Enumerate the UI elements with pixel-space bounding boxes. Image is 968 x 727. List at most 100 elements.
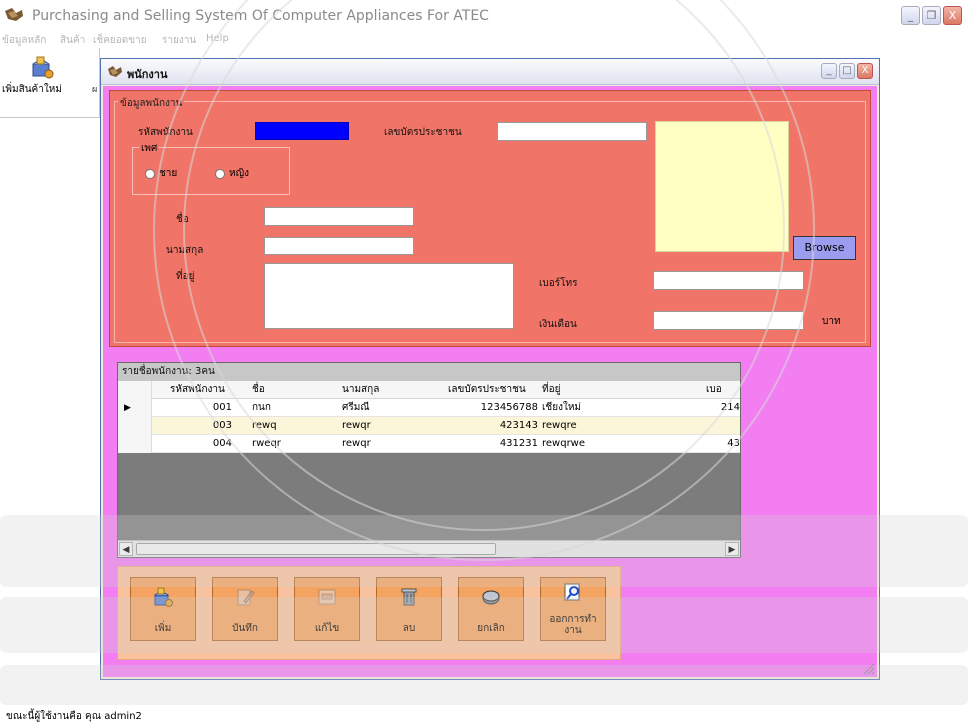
app-restore-button[interactable]: ❐ [922,6,941,25]
save-label: บันทึก [232,623,258,634]
add-package-icon [154,587,173,607]
cell-id: 003 [212,420,232,431]
status-prefix: ขณะนี้ผู้ใช้งานคือ คุณ [6,711,102,722]
gender-group: เพศ ชาย หญิง [132,141,290,195]
save-edit-icon [237,589,255,606]
app-menubar: ข้อมูลหลัก สินค้า เช็คยอดขาย รายงาน Help [0,30,968,48]
column-header-id[interactable]: รหัสพนักงาน [170,381,250,399]
column-header-last-name[interactable]: นามสกุล [342,381,422,399]
new-product-button[interactable]: เพิ่มสินค้าใหม่ [2,54,82,104]
employee-window-titlebar[interactable]: พนักงาน _ □ X [101,59,879,85]
status-bar: ขณะนี้ผู้ใช้งานคือ คุณ admin2 [6,709,142,724]
edit-button[interactable]: แก้ไข [294,577,360,641]
cell-id: 004 [212,438,232,449]
column-header-address[interactable]: ที่อยู่ [542,381,602,399]
menu-item-reports[interactable]: รายงาน [162,33,196,48]
cell-last-name: ศรีมณี [342,402,370,413]
salary-unit-label: บาท [822,316,841,327]
status-user: admin2 [104,711,142,722]
radio-circle-icon [145,168,155,179]
edit-form-icon [318,589,336,605]
address-field[interactable] [264,263,514,329]
row-header: ▶ [118,399,152,417]
cancel-disk-icon [482,590,500,605]
action-panel: เพิ่ม บันทึก แก้ไข ลบ ยกเลิก ออกการทำ งา… [117,566,621,660]
table-row[interactable]: 003 rewq rewqr 423143 rewqre [118,417,740,435]
salary-label: เงินเดือน [539,319,577,330]
save-button[interactable]: บันทึก [212,577,278,641]
scroll-thumb[interactable] [136,543,496,555]
exit-label: ออกการทำ งาน [541,614,605,636]
citizen-id-field[interactable] [497,122,647,141]
employee-info-group: ข้อมูลพนักงาน รหัสพนักงาน เลขบัตรประชาชน… [109,90,871,347]
table-row-cells: 001 กนก ศรีมณี 123456788 เชียงใหม่ 214 [152,399,740,416]
app-close-button[interactable]: X [943,6,962,25]
employee-window-controls: _ □ X [821,63,873,79]
browse-button[interactable]: Browse [793,236,856,260]
row-header [118,435,152,453]
last-name-field[interactable] [264,237,414,255]
salary-field[interactable] [653,311,804,330]
cell-first-name: rweqr [252,438,281,449]
cancel-button[interactable]: ยกเลิก [458,577,524,641]
add-label: เพิ่ม [154,623,172,634]
cell-last-name: rewqr [342,438,371,449]
phone-field[interactable] [653,271,804,290]
cell-citizen-id: 423143 [499,420,538,431]
exit-button[interactable]: ออกการทำ งาน [540,577,606,641]
cell-phone: 214 [720,402,740,413]
cell-address: เชียงใหม่ [542,402,582,413]
scroll-left-arrow-icon[interactable]: ◀ [119,542,133,556]
gender-title: เพศ [139,141,160,156]
first-name-field[interactable] [264,207,414,226]
app-logo-icon [5,8,23,21]
edit-label: แก้ไข [314,623,340,634]
delete-trash-icon [401,588,417,606]
child-maximize-button[interactable]: □ [839,63,855,79]
employee-photo [655,121,789,252]
row-header-corner [118,381,152,399]
current-row-arrow-icon: ▶ [124,403,131,413]
new-product-label: เพิ่มสินค้าใหม่ [2,84,62,95]
delete-button[interactable]: ลบ [376,577,442,641]
column-header-citizen-id[interactable]: เลขบัตรประชาชน [448,381,538,399]
table-row[interactable]: ▶ 001 กนก ศรีมณี 123456788 เชียงใหม่ 214 [118,399,740,417]
last-name-label: นามสกุล [166,245,204,256]
exit-label-line1: ออกการทำ [549,614,597,625]
cell-last-name: rewqr [342,420,371,431]
employee-window-body: ข้อมูลพนักงาน รหัสพนักงาน เลขบัตรประชาชน… [103,86,877,677]
cell-citizen-id: 123456788 [480,402,538,413]
cell-id: 001 [212,402,232,413]
column-header-phone[interactable]: เบอ [706,381,736,399]
gender-female-radio[interactable]: หญิง [215,166,249,181]
first-name-label: ชื่อ [176,214,189,225]
citizen-id-label: เลขบัตรประชาชน [384,127,462,138]
child-close-button[interactable]: X [857,63,873,79]
app-minimize-button[interactable]: _ [901,6,920,25]
address-label: ที่อยู่ [176,271,195,282]
column-header-first-name[interactable]: ชื่อ [252,381,292,399]
menu-item-products[interactable]: สินค้า [60,33,85,48]
exit-search-icon [564,583,580,601]
toolbar-overflow-label: ผ [92,85,98,95]
employee-id-field[interactable] [255,122,349,140]
gender-male-radio[interactable]: ชาย [145,166,177,181]
employee-list-header: รหัสพนักงาน ชื่อ นามสกุล เลขบัตรประชาชน … [118,381,740,399]
employee-list: รายชื่อพนักงาน: 3คน รหัสพนักงาน ชื่อ นาม… [117,362,741,558]
menu-item-master-data[interactable]: ข้อมูลหลัก [2,33,46,48]
app-window-controls: _ ❐ X [901,6,962,25]
gender-male-label: ชาย [159,168,178,179]
menu-item-help[interactable]: Help [206,33,229,44]
table-row[interactable]: 004 rweqr rewqr 431231 rewqrwe 43 [118,435,740,453]
gender-female-label: หญิง [229,168,249,179]
cell-address: rewqrwe [542,438,586,449]
employee-window-title: พนักงาน [127,68,168,81]
scroll-right-arrow-icon[interactable]: ▶ [725,542,739,556]
add-button[interactable]: เพิ่ม [130,577,196,641]
cell-first-name: กนก [252,402,271,413]
child-minimize-button[interactable]: _ [821,63,837,79]
app-titlebar: Purchasing and Selling System Of Compute… [0,0,968,30]
employee-list-hscrollbar[interactable]: ◀ ▶ [118,540,740,557]
resize-grip-icon[interactable] [863,663,875,675]
menu-item-sales-check[interactable]: เช็คยอดขาย [93,33,147,48]
